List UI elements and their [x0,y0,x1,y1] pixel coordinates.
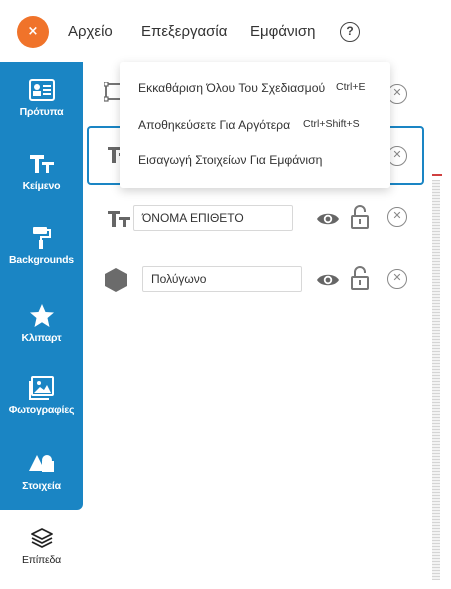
sidebar-item-clipart[interactable]: Κλιπαρτ [0,302,83,344]
menu-view[interactable]: Εμφάνιση [250,23,315,40]
sidebar-item-elements[interactable]: Στοιχεία [0,450,83,492]
photo-icon [0,374,83,402]
delete-layer-icon[interactable]: ✕ [387,84,407,104]
shapes-icon [0,450,83,478]
sidebar-item-label: Πρότυπα [19,106,64,118]
scrollbar[interactable] [432,180,440,580]
layer-name-input[interactable]: ΌΝΟΜΑ ΕΠΙΘΕΤΟ [133,205,293,231]
menu-item-import-elements[interactable]: Εισαγωγή Στοιχείων Για Εμφάνιση [138,153,322,167]
shortcut-label: Ctrl+E [336,81,366,93]
layer-name-input[interactable]: Πολύγωνο [142,266,302,292]
ruler-marker [432,174,442,176]
hexagon-icon [104,267,128,298]
menu-item-clear-design[interactable]: Εκκαθάριση Όλου Του Σχεδιασμού [138,81,325,95]
paint-roller-icon [0,224,83,252]
delete-layer-icon[interactable]: ✕ [387,269,407,289]
sidebar-item-label: Επίπεδα [21,554,62,566]
sidebar-item-label: Κείμενο [22,180,61,192]
text-layer-icon [108,209,132,234]
text-icon [0,150,83,178]
sidebar-item-label: Στοιχεία [22,480,61,492]
sidebar-item-text[interactable]: Κείμενο [0,150,83,192]
menu-file[interactable]: Αρχείο [68,23,113,40]
layer-row[interactable]: Πολύγωνο ✕ [100,255,420,305]
sidebar-item-label: Φωτογραφίες [8,404,75,416]
layers-icon [0,524,83,552]
shortcut-label: Ctrl+Shift+S [303,118,360,130]
star-icon [0,302,83,330]
delete-layer-icon[interactable]: ✕ [387,146,407,166]
sidebar-item-templates[interactable]: Πρότυπα [0,76,83,118]
sidebar-item-photos[interactable]: Φωτογραφίες [0,374,83,416]
help-icon[interactable]: ? [340,22,360,42]
sidebar-item-backgrounds[interactable]: Backgrounds [0,224,83,266]
lock-icon[interactable] [351,205,369,234]
eye-icon[interactable] [316,211,340,232]
edit-dropdown-menu: Εκκαθάριση Όλου Του Σχεδιασμού Ctrl+E Απ… [120,62,390,188]
sidebar-item-label: Backgrounds [9,254,74,266]
close-button[interactable]: × [17,16,49,48]
eye-icon[interactable] [316,272,340,293]
lock-icon[interactable] [351,266,369,295]
menu-item-save-for-later[interactable]: Αποθηκεύσετε Για Αργότερα [138,118,290,132]
template-icon [0,76,83,104]
layer-row[interactable]: ΌΝΟΜΑ ΕΠΙΘΕΤΟ ✕ [100,193,420,243]
menu-edit[interactable]: Επεξεργασία [141,23,227,40]
sidebar-item-label: Κλιπαρτ [21,332,62,344]
sidebar-item-layers[interactable]: Επίπεδα [0,510,83,566]
top-bar: × Αρχείο Επεξεργασία Εμφάνιση ? [0,0,451,62]
delete-layer-icon[interactable]: ✕ [387,207,407,227]
sidebar: Πρότυπα Κείμενο Backgrounds Κλιπαρτ Φωτο… [0,62,83,510]
